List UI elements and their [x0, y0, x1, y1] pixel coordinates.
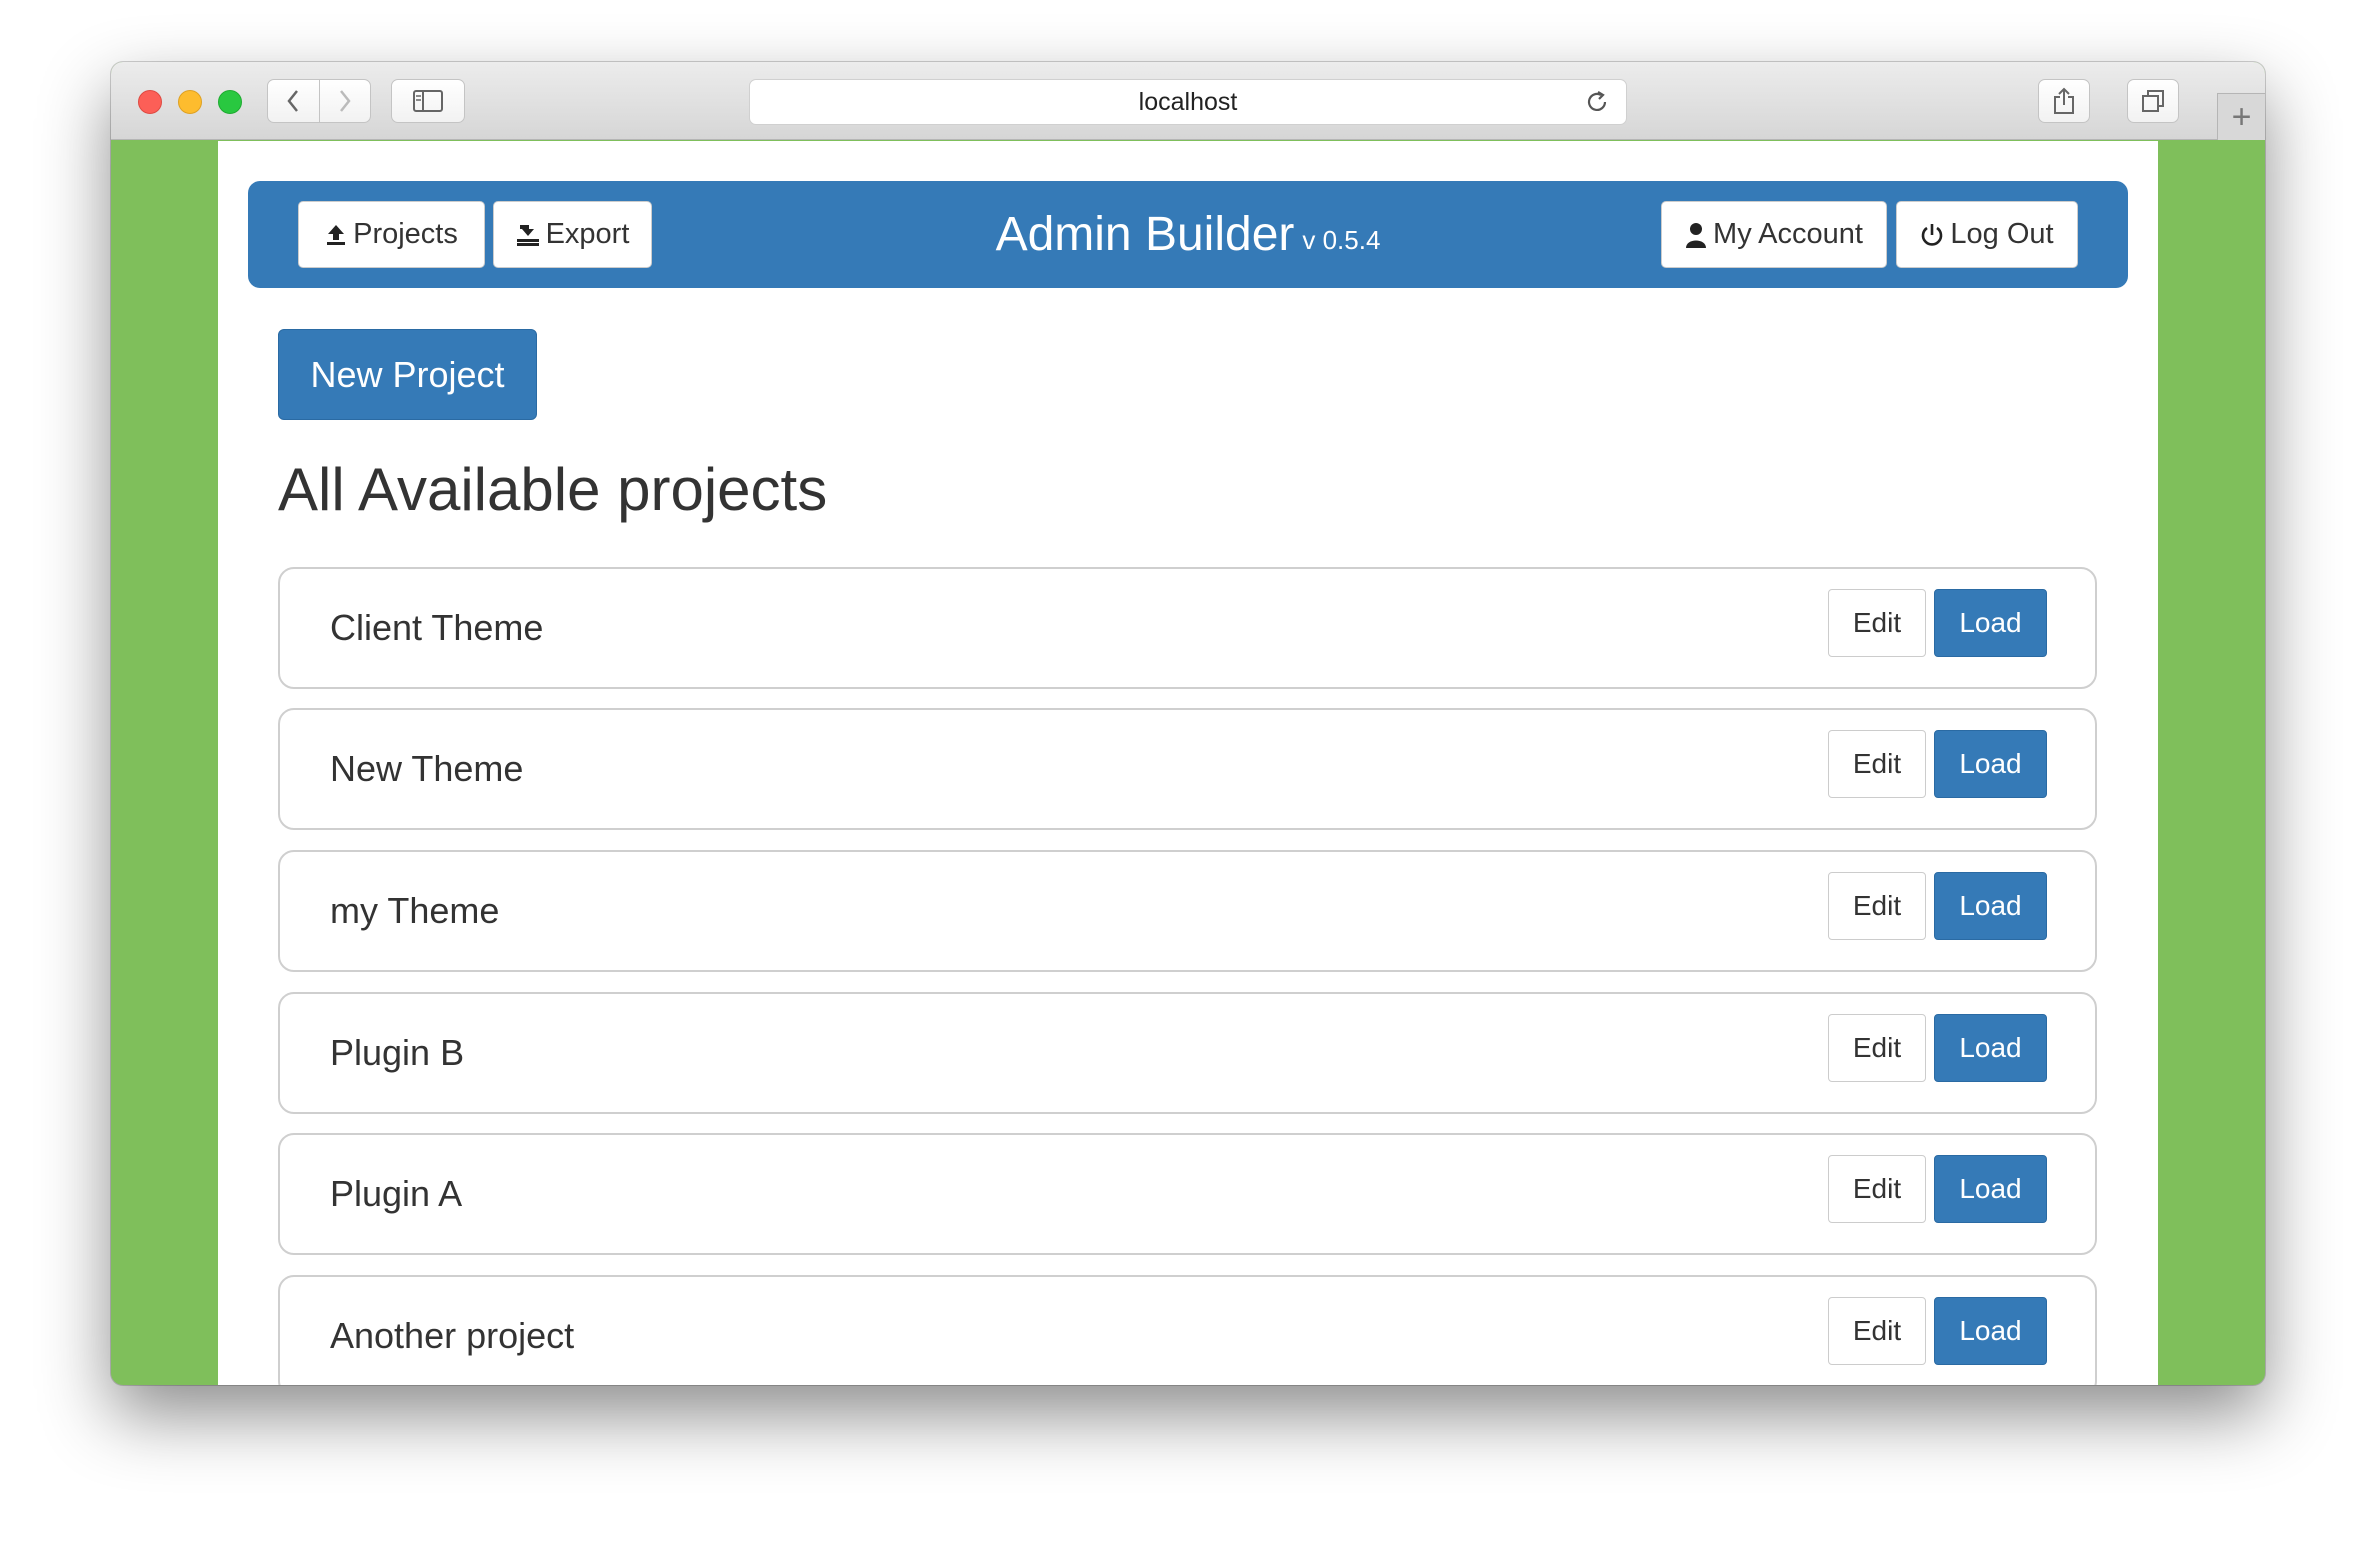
edit-button[interactable]: Edit: [1828, 872, 1926, 940]
app-version: v 0.5.4: [1302, 225, 1381, 255]
project-name: Plugin B: [330, 1032, 465, 1073]
my-account-label: My Account: [1713, 218, 1863, 250]
reload-icon[interactable]: [1584, 89, 1610, 122]
power-icon: [1920, 223, 1944, 247]
top-navbar: Projects Export Admin Builder v 0.5.4 My…: [248, 181, 2128, 288]
sidebar-icon: [413, 90, 443, 112]
sidebar-toggle-button[interactable]: [391, 79, 465, 123]
edit-button[interactable]: Edit: [1828, 1155, 1926, 1223]
edit-button[interactable]: Edit: [1828, 730, 1926, 798]
load-button[interactable]: Load: [1934, 1155, 2047, 1223]
share-button[interactable]: [2038, 79, 2090, 123]
url-text: localhost: [1138, 87, 1238, 116]
new-project-button[interactable]: New Project: [278, 329, 537, 420]
log-out-label: Log Out: [1950, 218, 2054, 250]
back-button[interactable]: [268, 80, 319, 122]
export-icon: [516, 223, 540, 247]
export-label: Export: [545, 218, 630, 250]
back-forward-group: [267, 79, 371, 123]
log-out-button[interactable]: Log Out: [1896, 201, 2078, 268]
address-bar[interactable]: localhost: [749, 79, 1627, 125]
chevron-left-icon: [287, 90, 299, 112]
browser-toolbar: localhost +: [111, 62, 2265, 140]
load-button[interactable]: Load: [1934, 1297, 2047, 1365]
load-button[interactable]: Load: [1934, 872, 2047, 940]
my-account-button[interactable]: My Account: [1661, 201, 1887, 268]
edit-button[interactable]: Edit: [1828, 1014, 1926, 1082]
maximize-window-button[interactable]: [218, 90, 242, 114]
page-content: Projects Export Admin Builder v 0.5.4 My…: [218, 141, 2158, 1385]
plus-icon: +: [2231, 97, 2252, 136]
load-button[interactable]: Load: [1934, 730, 2047, 798]
user-icon: [1685, 222, 1707, 248]
project-row: Plugin B Edit Load: [278, 992, 2097, 1114]
project-name: my Theme: [330, 890, 500, 931]
project-name: New Theme: [330, 748, 524, 789]
project-row: Client Theme Edit Load: [278, 567, 2097, 689]
upload-icon: [325, 224, 347, 246]
load-button[interactable]: Load: [1934, 1014, 2047, 1082]
projects-label: Projects: [353, 218, 458, 250]
show-tabs-button[interactable]: [2127, 79, 2179, 123]
project-row: Plugin A Edit Load: [278, 1133, 2097, 1255]
project-row: Another project Edit Load: [278, 1275, 2097, 1385]
forward-button[interactable]: [318, 80, 370, 122]
browser-window: localhost + Projects Export Admin Builde…: [111, 62, 2265, 1385]
new-tab-button[interactable]: +: [2217, 93, 2265, 140]
chevron-right-icon: [340, 90, 351, 112]
minimize-window-button[interactable]: [178, 90, 202, 114]
project-name: Another project: [330, 1315, 575, 1356]
project-name: Plugin A: [330, 1173, 463, 1214]
projects-button[interactable]: Projects: [298, 201, 485, 268]
tabs-icon: [2142, 90, 2164, 112]
project-name: Client Theme: [330, 607, 544, 648]
edit-button[interactable]: Edit: [1828, 589, 1926, 657]
export-button[interactable]: Export: [493, 201, 652, 268]
edit-button[interactable]: Edit: [1828, 1297, 1926, 1365]
load-button[interactable]: Load: [1934, 589, 2047, 657]
project-row: my Theme Edit Load: [278, 850, 2097, 972]
app-title: Admin Builder: [995, 208, 1295, 261]
project-row: New Theme Edit Load: [278, 708, 2097, 830]
share-icon: [2054, 87, 2074, 114]
page-title: All Available projects: [278, 456, 828, 523]
close-window-button[interactable]: [138, 90, 162, 114]
